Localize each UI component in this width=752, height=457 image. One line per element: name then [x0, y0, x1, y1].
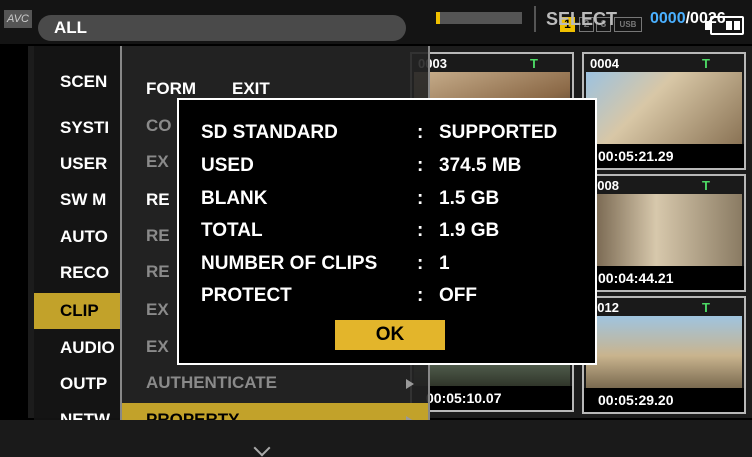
- main-menu: SCEN SYSTI USER SW M AUTO RECO CLIP AUDI…: [34, 46, 120, 457]
- property-separator: :: [417, 253, 424, 274]
- divider: [534, 6, 536, 32]
- menu-item-scene[interactable]: SCEN: [34, 64, 120, 100]
- clip-thumbnail[interactable]: 0012 T 00:05:29.20: [582, 296, 746, 414]
- clip-counter: 0000/0026: [650, 6, 726, 32]
- thumbnail-image: [586, 194, 742, 266]
- property-label: NUMBER OF CLIPS: [201, 253, 378, 274]
- property-value: 1: [439, 253, 450, 274]
- media-usage-fill: [436, 12, 440, 24]
- property-value: 1.9 GB: [439, 220, 500, 241]
- selected-count: 0000: [650, 10, 686, 27]
- clip-duration: 00:04:44.21: [584, 266, 744, 290]
- clip-tag: T: [702, 300, 710, 315]
- menu-item-system[interactable]: SYSTI: [34, 110, 120, 146]
- codec-logo-icon: AVC: [4, 10, 32, 28]
- property-value: SUPPORTED: [439, 122, 558, 143]
- menu-item-auto[interactable]: AUTO: [34, 219, 120, 255]
- battery-level-bar: [734, 21, 740, 30]
- ok-button[interactable]: OK: [335, 320, 445, 350]
- usb-indicator: USB: [614, 17, 642, 32]
- select-label[interactable]: SELECT: [546, 6, 617, 32]
- menu-item-user[interactable]: USER: [34, 146, 120, 182]
- battery-level-bar: [726, 21, 732, 30]
- total-count: /0026: [685, 10, 726, 27]
- thumbnail-image: [586, 316, 742, 388]
- property-separator: :: [417, 285, 424, 306]
- bottom-status-bar: [0, 420, 752, 457]
- menu-item-recording[interactable]: RECO: [34, 255, 120, 291]
- clip-number: 0004: [590, 56, 619, 71]
- menu-item-audio[interactable]: AUDIO: [34, 330, 120, 366]
- arrow-right-icon: [406, 379, 414, 389]
- property-label: TOTAL: [201, 220, 263, 241]
- property-value: 374.5 MB: [439, 155, 522, 176]
- property-value: 1.5 GB: [439, 188, 500, 209]
- menu-item-output[interactable]: OUTP: [34, 366, 120, 402]
- clip-thumbnail[interactable]: 0008 T 00:04:44.21: [582, 174, 746, 292]
- submenu-item-label: AUTHENTICATE: [146, 373, 277, 392]
- clip-tag: T: [702, 178, 710, 193]
- property-label: PROTECT: [201, 285, 292, 306]
- submenu-item-authenticate[interactable]: AUTHENTICATE: [122, 366, 428, 400]
- property-label: USED: [201, 155, 254, 176]
- clip-duration: 00:05:21.29: [584, 144, 744, 168]
- clip-duration: 00:05:29.20: [584, 388, 744, 412]
- property-separator: :: [417, 155, 424, 176]
- clip-duration: 00:05:10.07: [412, 386, 572, 410]
- menu-item-sw-mode[interactable]: SW M: [34, 182, 120, 218]
- clip-tag: T: [702, 56, 710, 71]
- property-separator: :: [417, 220, 424, 241]
- menu-item-clip[interactable]: CLIP: [34, 293, 120, 329]
- clip-thumbnail[interactable]: 0004 T 00:05:21.29: [582, 52, 746, 170]
- property-separator: :: [417, 188, 424, 209]
- sd-property-dialog: SD STANDARD : SUPPORTED USED : 374.5 MB …: [177, 98, 597, 365]
- property-label: BLANK: [201, 188, 268, 209]
- clip-tag: T: [530, 56, 538, 71]
- thumbnail-image: [586, 72, 742, 144]
- property-label: SD STANDARD: [201, 122, 338, 143]
- clip-filter-label[interactable]: ALL: [38, 15, 406, 41]
- media-usage-bar: [436, 12, 522, 24]
- property-value: OFF: [439, 285, 477, 306]
- property-separator: :: [417, 122, 424, 143]
